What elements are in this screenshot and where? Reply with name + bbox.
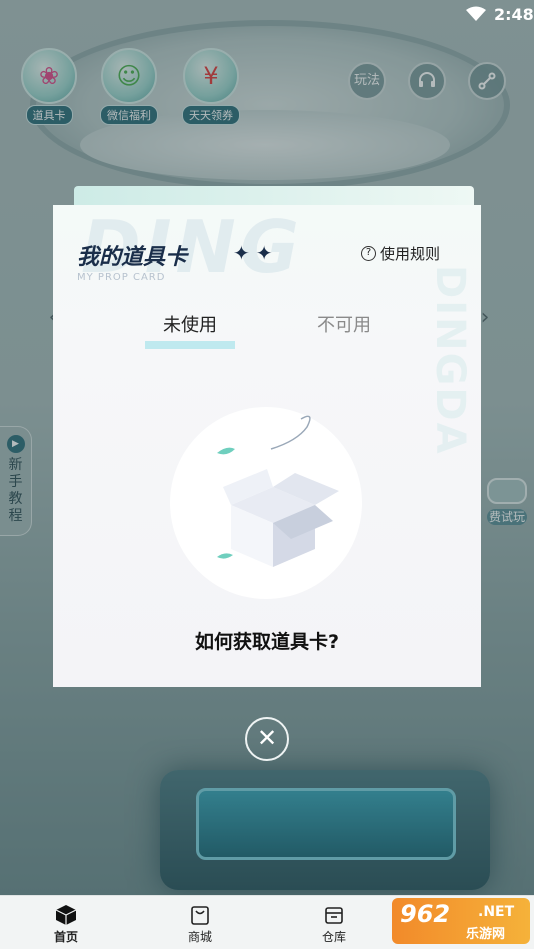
- watermark-net: .NET: [478, 904, 515, 920]
- nav-home-label: 首页: [53, 930, 78, 944]
- tab-unused-label: 未使用: [163, 315, 217, 336]
- nav-warehouse-label: 仓库: [321, 930, 346, 944]
- status-time: 2:48: [494, 5, 534, 24]
- usage-rules-label: 使用规则: [380, 245, 441, 263]
- usage-rules-link[interactable]: ? 使用规则: [361, 243, 440, 264]
- nav-item-home[interactable]: 首页: [36, 902, 96, 945]
- site-watermark-logo: 962 .NET 乐游网: [392, 898, 530, 944]
- tab-unavailable-label: 不可用: [317, 315, 371, 336]
- status-bar: 2:48: [0, 0, 534, 30]
- nav-mall-label: 商城: [187, 930, 212, 944]
- warehouse-icon: [304, 902, 364, 928]
- bag-icon: [170, 902, 230, 928]
- modal-subtitle: MY PROP CARD: [77, 272, 166, 283]
- sparkle-icon: ✦✦: [233, 241, 279, 265]
- close-icon[interactable]: ✕: [245, 717, 289, 761]
- modal-watermark-vertical: DINGDA: [427, 265, 473, 456]
- wifi-icon: [466, 6, 486, 21]
- tab-active-indicator: [145, 341, 235, 349]
- prop-card-modal: DING DINGDA 我的道具卡 ✦✦ MY PROP CARD ? 使用规则…: [53, 205, 481, 687]
- cube-icon: [36, 902, 96, 928]
- watermark-number: 962: [400, 900, 451, 928]
- how-to-get-link[interactable]: 如何获取道具卡?: [53, 627, 481, 654]
- tab-unavailable[interactable]: 不可用: [299, 311, 389, 337]
- watermark-cn: 乐游网: [466, 927, 506, 942]
- question-icon: ?: [361, 246, 376, 261]
- empty-box-icon: [217, 415, 339, 567]
- modal-title: 我的道具卡: [77, 245, 188, 270]
- tab-unused[interactable]: 未使用: [145, 311, 235, 349]
- nav-item-mall[interactable]: 商城: [170, 902, 230, 945]
- nav-item-warehouse[interactable]: 仓库: [304, 902, 364, 945]
